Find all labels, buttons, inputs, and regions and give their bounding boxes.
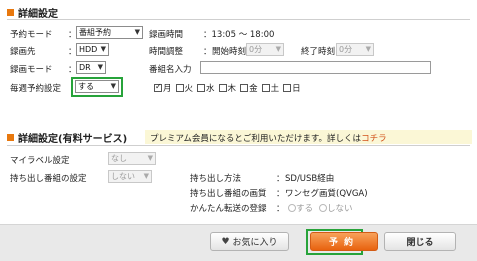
time-adjust-label: 時間調整	[149, 47, 184, 57]
takeout-setting-value: しない	[111, 172, 135, 181]
takeout-setting-label: 持ち出し番組の設定	[10, 174, 87, 184]
day-wed[interactable]: 水	[197, 82, 215, 94]
end-time-select[interactable]: 0分 ▼	[336, 43, 374, 56]
easy-transfer-no[interactable]: しない	[319, 202, 353, 214]
radio-label: しない	[327, 204, 353, 214]
start-time-label: 開始時刻	[212, 47, 247, 57]
checkbox[interactable]	[240, 84, 249, 92]
checkbox[interactable]	[175, 84, 184, 92]
day-tue[interactable]: 火	[175, 82, 194, 94]
divider	[7, 145, 470, 146]
weekly-select[interactable]: する ▼	[75, 80, 119, 93]
chevron-down-icon: ▼	[97, 63, 103, 71]
chevron-down-icon: ▼	[134, 28, 140, 36]
section-title-paid: 詳細設定(有料サービス)	[7, 130, 127, 145]
colon: ：	[276, 189, 285, 199]
colon: ：	[276, 174, 285, 184]
day-thu[interactable]: 木	[218, 82, 237, 94]
checkbox[interactable]	[261, 84, 270, 92]
section-title-details: 詳細設定	[7, 5, 58, 20]
takeout-quality-value: ワンセグ画質(QVGA)	[285, 189, 368, 199]
premium-link[interactable]: コチラ	[361, 134, 387, 144]
chevron-down-icon: ▼	[147, 154, 153, 162]
start-time-value: 0分	[249, 45, 263, 54]
end-time-label: 終了時刻	[301, 47, 336, 57]
checkbox[interactable]	[197, 84, 206, 92]
chevron-down-icon: ▼	[100, 45, 106, 53]
day-label: 火	[184, 84, 194, 94]
divider	[7, 19, 470, 20]
easy-transfer-yes[interactable]: する	[288, 202, 313, 214]
colon: ：	[203, 47, 212, 57]
start-time-select[interactable]: 0分 ▼	[246, 43, 284, 56]
chevron-down-icon: ▼	[275, 45, 281, 53]
takeout-method-value: SD/USB経由	[285, 174, 335, 184]
day-sat[interactable]: 土	[261, 82, 280, 94]
recording-dest-value: HDD	[79, 45, 98, 54]
radio-button[interactable]	[319, 204, 328, 212]
recording-mode-label: 録画モード	[10, 65, 53, 75]
reservation-mode-value: 番組予約	[79, 28, 111, 37]
program-name-input[interactable]	[200, 61, 431, 74]
day-label: 日	[292, 84, 301, 94]
recording-mode-value: DR	[79, 63, 91, 72]
checkbox[interactable]	[283, 84, 292, 92]
favorite-button[interactable]: ♥ お気に入り	[210, 232, 289, 251]
checkbox-checked[interactable]	[154, 82, 162, 92]
premium-notice: プレミアム会員になるとご利用いただけます。詳しくはコチラ	[150, 132, 387, 144]
section-marker-icon	[7, 134, 14, 141]
day-label: 金	[249, 84, 258, 94]
program-name-label: 番組名入力	[149, 65, 192, 75]
my-label-value: なし	[111, 154, 127, 163]
day-mon[interactable]: 月	[154, 82, 172, 94]
favorite-label: お気に入り	[232, 238, 278, 248]
radio-label: する	[296, 204, 314, 214]
section-marker-icon	[7, 9, 14, 16]
weekly-label: 毎週予約設定	[10, 84, 62, 94]
reservation-mode-select[interactable]: 番組予約 ▼	[76, 26, 143, 39]
day-label: 水	[206, 84, 215, 94]
takeout-method-label: 持ち出し方法	[190, 174, 242, 184]
section-title-text: 詳細設定	[18, 9, 58, 20]
day-label: 月	[163, 84, 172, 94]
recording-dest-select[interactable]: HDD ▼	[76, 43, 109, 56]
takeout-setting-select[interactable]: しない ▼	[108, 170, 152, 183]
weekly-value: する	[78, 82, 94, 91]
day-sun[interactable]: 日	[283, 82, 301, 94]
colon: ：	[276, 204, 285, 214]
heart-icon: ♥	[221, 236, 230, 247]
chevron-down-icon: ▼	[143, 172, 149, 180]
end-time-value: 0分	[339, 45, 353, 54]
chevron-down-icon: ▼	[110, 82, 116, 90]
checkbox[interactable]	[218, 84, 227, 92]
takeout-quality-label: 持ち出し番組の画質	[190, 189, 267, 199]
radio-button[interactable]	[288, 204, 296, 212]
reserve-label: 予約	[328, 238, 359, 248]
easy-transfer-radios: する しない	[288, 202, 353, 214]
day-label: 木	[227, 84, 237, 94]
day-label: 土	[270, 84, 280, 94]
reserve-button[interactable]: 予約	[310, 232, 378, 251]
day-fri[interactable]: 金	[240, 82, 258, 94]
my-label-label: マイラベル設定	[10, 156, 70, 166]
chevron-down-icon: ▼	[365, 45, 371, 53]
close-label: 閉じる	[406, 238, 434, 248]
my-label-select[interactable]: なし ▼	[108, 152, 156, 165]
weekday-checkboxes: 月 火 水 木 金 土 日	[154, 82, 305, 94]
premium-notice-text: プレミアム会員になるとご利用いただけます。詳しくは	[150, 134, 362, 144]
easy-transfer-label: かんたん転送の登録	[190, 204, 267, 214]
section-title-text: 詳細設定(有料サービス)	[18, 134, 128, 145]
recording-mode-select[interactable]: DR ▼	[76, 61, 106, 74]
recording-time-value: ：13:05 ～ 18:00	[203, 30, 275, 40]
recording-dest-label: 録画先	[10, 47, 36, 57]
reservation-mode-label: 予約モード	[10, 30, 53, 40]
close-button[interactable]: 閉じる	[384, 232, 456, 251]
recording-time-label: 録画時間	[149, 30, 184, 40]
